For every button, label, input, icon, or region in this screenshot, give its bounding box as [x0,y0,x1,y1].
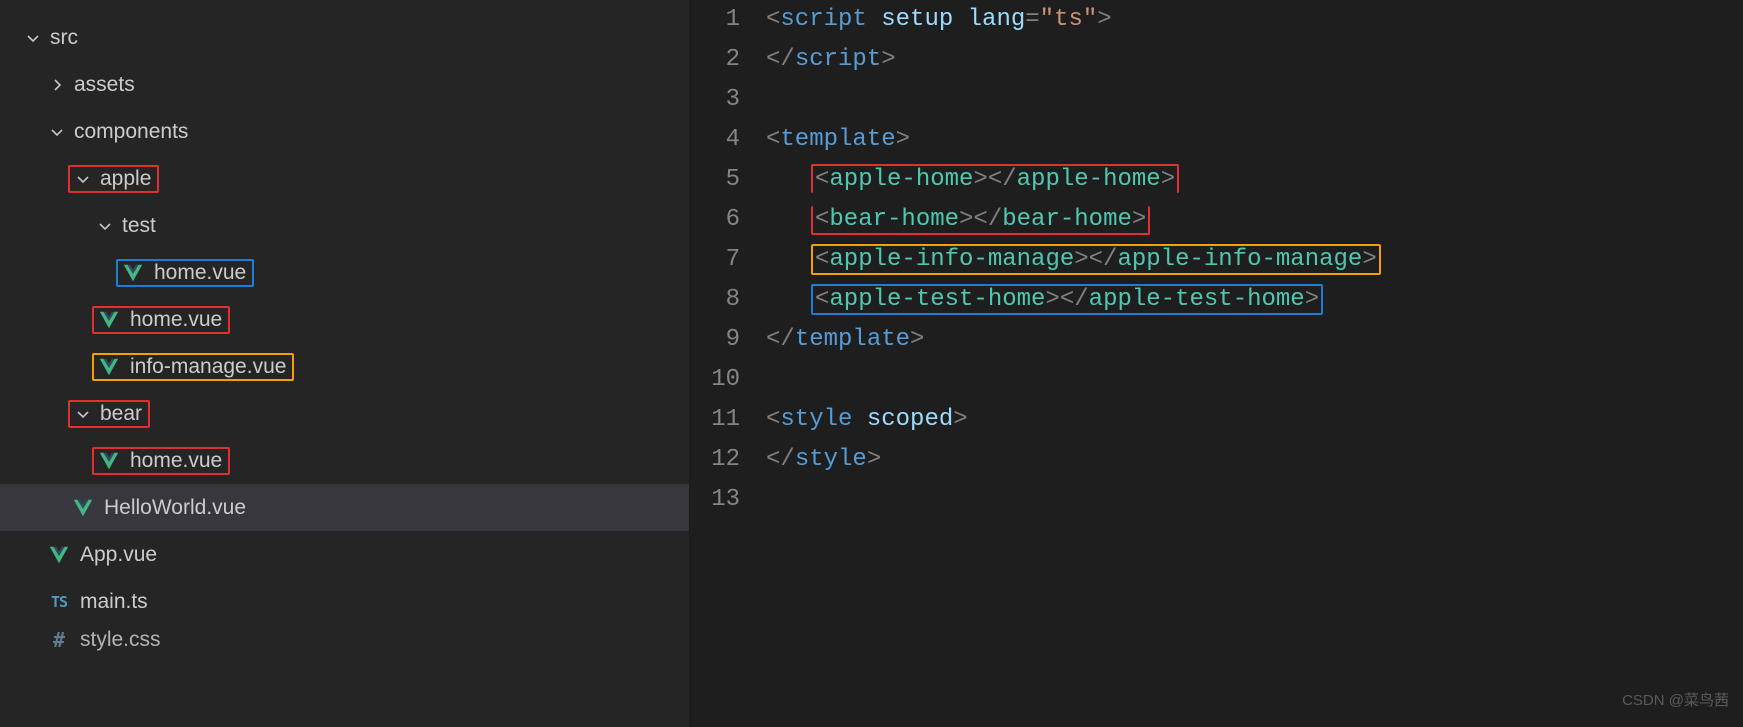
chevron-down-icon[interactable] [74,170,92,188]
vue-icon [98,450,120,472]
code-line-3: 3 [690,80,1743,120]
folder-assets[interactable]: assets [0,61,689,108]
line-number: 12 [690,440,766,480]
tree-item-label: components [74,120,188,144]
tree-item-label: src [50,26,78,50]
highlight-yellow: <apple-info-manage></apple-info-manage> [811,244,1381,275]
code-area: 1<script setup lang="ts">2</script>34<te… [690,0,1743,520]
code-editor[interactable]: 1<script setup lang="ts">2</script>34<te… [690,0,1743,727]
line-number: 11 [690,400,766,440]
chevron-right-icon[interactable] [48,76,66,94]
highlight-blue: <apple-test-home></apple-test-home> [811,284,1323,315]
vue-icon [72,497,94,519]
line-number: 1 [690,0,766,40]
line-number: 2 [690,40,766,80]
vue-icon [122,262,144,284]
vue-icon [98,356,120,378]
code-line-4: 4<template> [690,120,1743,160]
code-line-6: 6 <bear-home></bear-home> [690,200,1743,240]
hash-icon: # [48,629,70,651]
chevron-down-icon[interactable] [74,405,92,423]
ts-icon: TS [48,591,70,613]
folder-components[interactable]: components [0,108,689,155]
code-line-7: 7 <apple-info-manage></apple-info-manage> [690,240,1743,280]
code-line-11: 11<style scoped> [690,400,1743,440]
folder-bear[interactable]: bear [0,390,689,437]
vue-icon [98,309,120,331]
chevron-down-icon[interactable] [48,123,66,141]
line-number: 3 [690,80,766,120]
tree-item-label: HelloWorld.vue [104,496,246,520]
code-line-10: 10 [690,360,1743,400]
chevron-down-icon[interactable] [96,217,114,235]
line-number: 6 [690,200,766,240]
file-home-vue[interactable]: home.vue [0,249,689,296]
code-line-1: 1<script setup lang="ts"> [690,0,1743,40]
file-tree[interactable]: src assets components apple test home.vue home… [0,14,689,655]
file-explorer[interactable]: src assets components apple test home.vue home… [0,0,690,727]
code-line-13: 13 [690,480,1743,520]
line-number: 13 [690,480,766,520]
tree-item-label: main.ts [80,590,148,614]
file-HelloWorld-vue[interactable]: HelloWorld.vue [0,484,689,531]
file-App-vue[interactable]: App.vue [0,531,689,578]
code-line-2: 2</script> [690,40,1743,80]
tree-item-label: info-manage.vue [130,355,286,379]
folder-src[interactable]: src [0,14,689,61]
code-line-5: 5 <apple-home></apple-home> [690,160,1743,200]
file-info-manage-vue[interactable]: info-manage.vue [0,343,689,390]
file-main-ts[interactable]: TS main.ts [0,578,689,625]
tree-item-label: home.vue [154,261,246,285]
folder-apple[interactable]: apple [0,155,689,202]
folder-test[interactable]: test [0,202,689,249]
line-number: 8 [690,280,766,320]
line-number: 7 [690,240,766,280]
highlight-red: <apple-home></apple-home> [811,164,1179,193]
tree-item-label: home.vue [130,308,222,332]
code-line-9: 9</template> [690,320,1743,360]
file-home-vue[interactable]: home.vue [0,296,689,343]
tree-item-label: test [122,214,156,238]
tree-item-label: App.vue [80,543,157,567]
vue-icon [48,544,70,566]
file-home-vue[interactable]: home.vue [0,437,689,484]
highlight-red: <bear-home></bear-home> [811,206,1150,235]
line-number: 10 [690,360,766,400]
line-number: 9 [690,320,766,360]
code-line-8: 8 <apple-test-home></apple-test-home> [690,280,1743,320]
line-number: 5 [690,160,766,200]
tree-item-label: bear [100,402,142,426]
file-style-css[interactable]: # style.css [0,625,689,655]
chevron-down-icon[interactable] [24,29,42,47]
watermark: CSDN @菜鸟茜 [1622,681,1729,721]
line-number: 4 [690,120,766,160]
tree-item-label: apple [100,167,151,191]
code-line-12: 12</style> [690,440,1743,480]
tree-item-label: assets [74,73,135,97]
tree-item-label: style.css [80,628,161,652]
tree-item-label: home.vue [130,449,222,473]
